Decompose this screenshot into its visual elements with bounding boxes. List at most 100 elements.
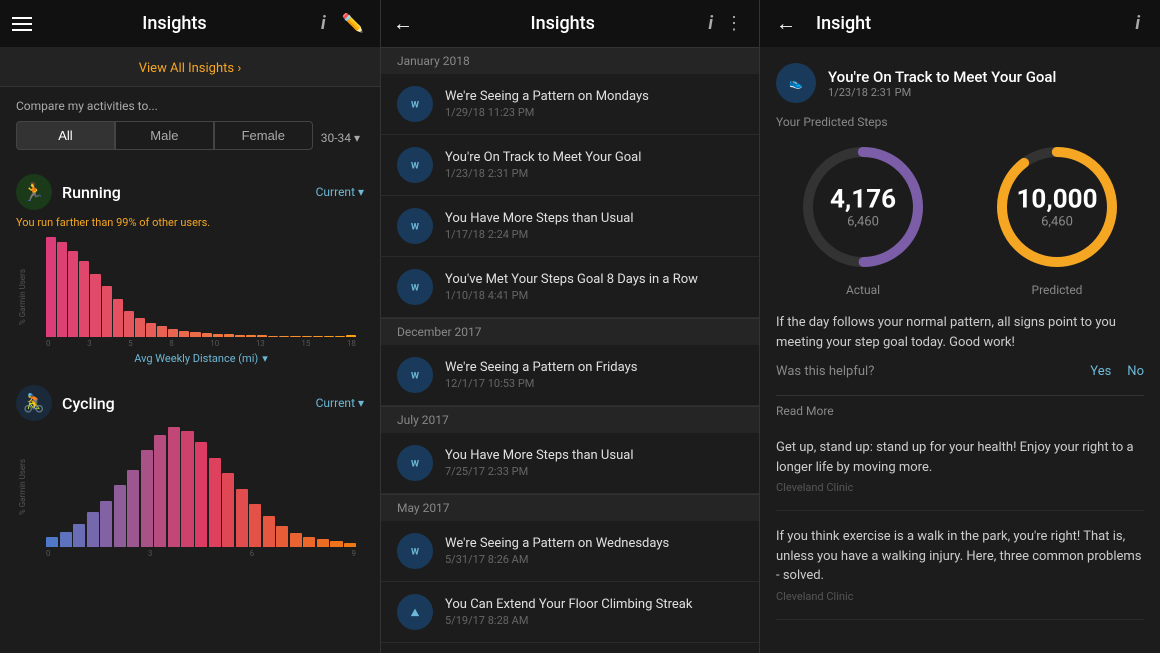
svg-text:W: W: [411, 372, 419, 382]
list-item-date: 7/25/17 2:33 PM: [445, 465, 633, 478]
view-all-link[interactable]: View All Insights: [139, 61, 242, 76]
left-scroll: 🏃 Running Current ▾ You run farther than…: [0, 162, 380, 653]
article-1-text: Get up, stand up: stand up for your heal…: [776, 438, 1144, 477]
hamburger-icon[interactable]: [12, 17, 32, 31]
insight-detail: 👟 You're On Track to Meet Your Goal 1/23…: [760, 47, 1160, 653]
list-item-title: You've Met Your Steps Goal 8 Days in a R…: [445, 272, 698, 287]
svg-text:W: W: [411, 162, 419, 172]
left-header: Insights i ✏️: [0, 0, 380, 47]
list-item-title: You're On Track to Meet Your Goal: [445, 150, 641, 165]
actual-circle-inner: 4,176 6,460: [830, 185, 896, 230]
running-x-axis-label[interactable]: Avg Weekly Distance (mi) ▾: [46, 352, 356, 365]
predicted-steps-label: Your Predicted Steps: [776, 115, 1144, 129]
running-chart: % Garmin Users 035810131518 Avg Weekly D…: [16, 237, 364, 365]
svg-text:W: W: [411, 223, 419, 233]
list-item-text: We're Seeing a Pattern on Mondays1/29/18…: [445, 89, 649, 119]
left-header-title: Insights: [32, 13, 317, 34]
info-icon-middle[interactable]: i: [704, 9, 717, 38]
list-item-text: You've Met Your Steps Goal 8 Days in a R…: [445, 272, 698, 302]
detail-title-row: 👟 You're On Track to Meet Your Goal 1/23…: [776, 63, 1144, 103]
list-item[interactable]: You Can Extend Your Floor Climbing Strea…: [381, 582, 759, 643]
list-item[interactable]: W We're Seeing a Pattern on Wednesdays 5/3…: [381, 521, 759, 582]
list-item[interactable]: W You've Met Your Steps Goal 8 Days in a …: [381, 257, 759, 318]
list-item-title: You Have More Steps than Usual: [445, 211, 633, 226]
cycling-bars: [46, 427, 356, 547]
back-arrow-right[interactable]: ←: [776, 11, 796, 36]
filter-all[interactable]: All: [16, 121, 115, 150]
predicted-label: Predicted: [1032, 283, 1083, 297]
helpful-row: Was this helpful? Yes No: [776, 364, 1144, 379]
list-item[interactable]: W You're On Track to Meet Your Goal 1/23/1…: [381, 135, 759, 196]
actual-sub: 6,460: [830, 215, 896, 230]
list-item-title: You Have More Steps than Usual: [445, 448, 633, 463]
running-y-label: % Garmin Users: [18, 269, 27, 325]
cycling-name: Cycling: [62, 394, 115, 413]
list-item-text: We're Seeing a Pattern on Wednesdays 5/31…: [445, 536, 669, 566]
article-1: Get up, stand up: stand up for your heal…: [776, 438, 1144, 511]
article-2-source: Cleveland Clinic: [776, 590, 1144, 603]
list-item-text: You Have More Steps than Usual1/17/18 2:…: [445, 211, 633, 241]
steps-icon: W: [397, 357, 433, 393]
left-panel: Insights i ✏️ View All Insights Compare …: [0, 0, 380, 653]
edit-icon-left[interactable]: ✏️: [338, 9, 368, 38]
middle-scroll: January 2018WWe're Seeing a Pattern on M…: [381, 47, 759, 653]
list-item-title: We're Seeing a Pattern on Wednesdays: [445, 536, 669, 551]
compare-label: Compare my activities to...: [16, 99, 364, 113]
more-icon-middle[interactable]: ⋮: [721, 9, 747, 38]
steps-icon: W: [397, 445, 433, 481]
running-icon: 🏃: [16, 174, 52, 210]
list-item-text: You Have More Steps than Usual 7/25/17 2:…: [445, 448, 633, 478]
article-2-text: If you think exercise is a walk in the p…: [776, 527, 1144, 586]
helpful-label: Was this helpful?: [776, 364, 1074, 379]
list-item-title: We're Seeing a Pattern on Fridays: [445, 360, 637, 375]
info-icon-right[interactable]: i: [1131, 9, 1144, 38]
list-item-title: You Can Extend Your Floor Climbing Strea…: [445, 597, 692, 612]
filter-buttons: All Male Female: [16, 121, 313, 150]
middle-header-title: Insights: [421, 13, 704, 34]
steps-icon: W: [397, 533, 433, 569]
list-item-date: 1/23/18 2:31 PM: [445, 167, 641, 180]
running-bars: [46, 237, 356, 337]
article-2: If you think exercise is a walk in the p…: [776, 527, 1144, 620]
list-item[interactable]: W We're Seeing a Pattern on Mondays1/29/1…: [381, 74, 759, 135]
yes-button[interactable]: Yes: [1090, 364, 1111, 379]
right-header: ← Insight i: [760, 0, 1160, 47]
detail-main-title: You're On Track to Meet Your Goal: [828, 68, 1056, 86]
actual-label: Actual: [846, 283, 880, 297]
right-panel: ← Insight i 👟 You're On Track to Meet Yo…: [760, 0, 1160, 653]
running-x-labels: 035810131518: [46, 339, 356, 348]
view-all-bar[interactable]: View All Insights: [0, 47, 380, 87]
no-button[interactable]: No: [1127, 364, 1144, 379]
filter-female[interactable]: Female: [214, 121, 313, 150]
detail-icon: 👟: [776, 63, 816, 103]
steps-icon: W: [397, 86, 433, 122]
steps-icon: W: [397, 147, 433, 183]
filter-male[interactable]: Male: [115, 121, 214, 150]
running-card: 🏃 Running Current ▾ You run farther than…: [0, 162, 380, 365]
cycling-selector[interactable]: Current ▾: [316, 396, 364, 410]
cycling-card: 🚴 Cycling Current ▾ % Garmin Users 0: [0, 373, 380, 558]
list-item-date: 5/31/17 8:26 AM: [445, 553, 669, 566]
running-header: 🏃 Running Current ▾: [16, 174, 364, 210]
list-item[interactable]: W We're Seeing a Pattern on Fridays 12/1/1…: [381, 345, 759, 406]
steps-icon: W: [397, 269, 433, 305]
list-item[interactable]: WYou've Met Your Steps Goal 4 Days in a …: [381, 643, 759, 653]
predicted-circle-wrap: 10,000 6,460: [987, 137, 1127, 277]
info-icon-left[interactable]: i: [317, 9, 330, 38]
detail-date: 1/23/18 2:31 PM: [828, 86, 1056, 99]
article-1-source: Cleveland Clinic: [776, 481, 1144, 494]
age-selector[interactable]: 30-34 ▾: [321, 131, 364, 145]
list-item[interactable]: W You Have More Steps than Usual 7/25/17 2…: [381, 433, 759, 494]
list-item-date: 12/1/17 10:53 PM: [445, 377, 637, 390]
detail-description: If the day follows your normal pattern, …: [776, 313, 1144, 352]
running-selector[interactable]: Current ▾: [316, 185, 364, 199]
cycling-y-label: % Garmin Users: [18, 459, 27, 515]
running-left: 🏃 Running: [16, 174, 121, 210]
cycling-chart: % Garmin Users 0369: [16, 427, 364, 558]
predicted-sub: 6,460: [1017, 215, 1098, 230]
list-item[interactable]: W You Have More Steps than Usual1/17/18 2…: [381, 196, 759, 257]
month-header: May 2017: [381, 494, 759, 521]
back-arrow-middle[interactable]: ←: [393, 11, 413, 36]
cycling-left: 🚴 Cycling: [16, 385, 115, 421]
predicted-circle-container: 10,000 6,460 Predicted: [970, 137, 1144, 297]
